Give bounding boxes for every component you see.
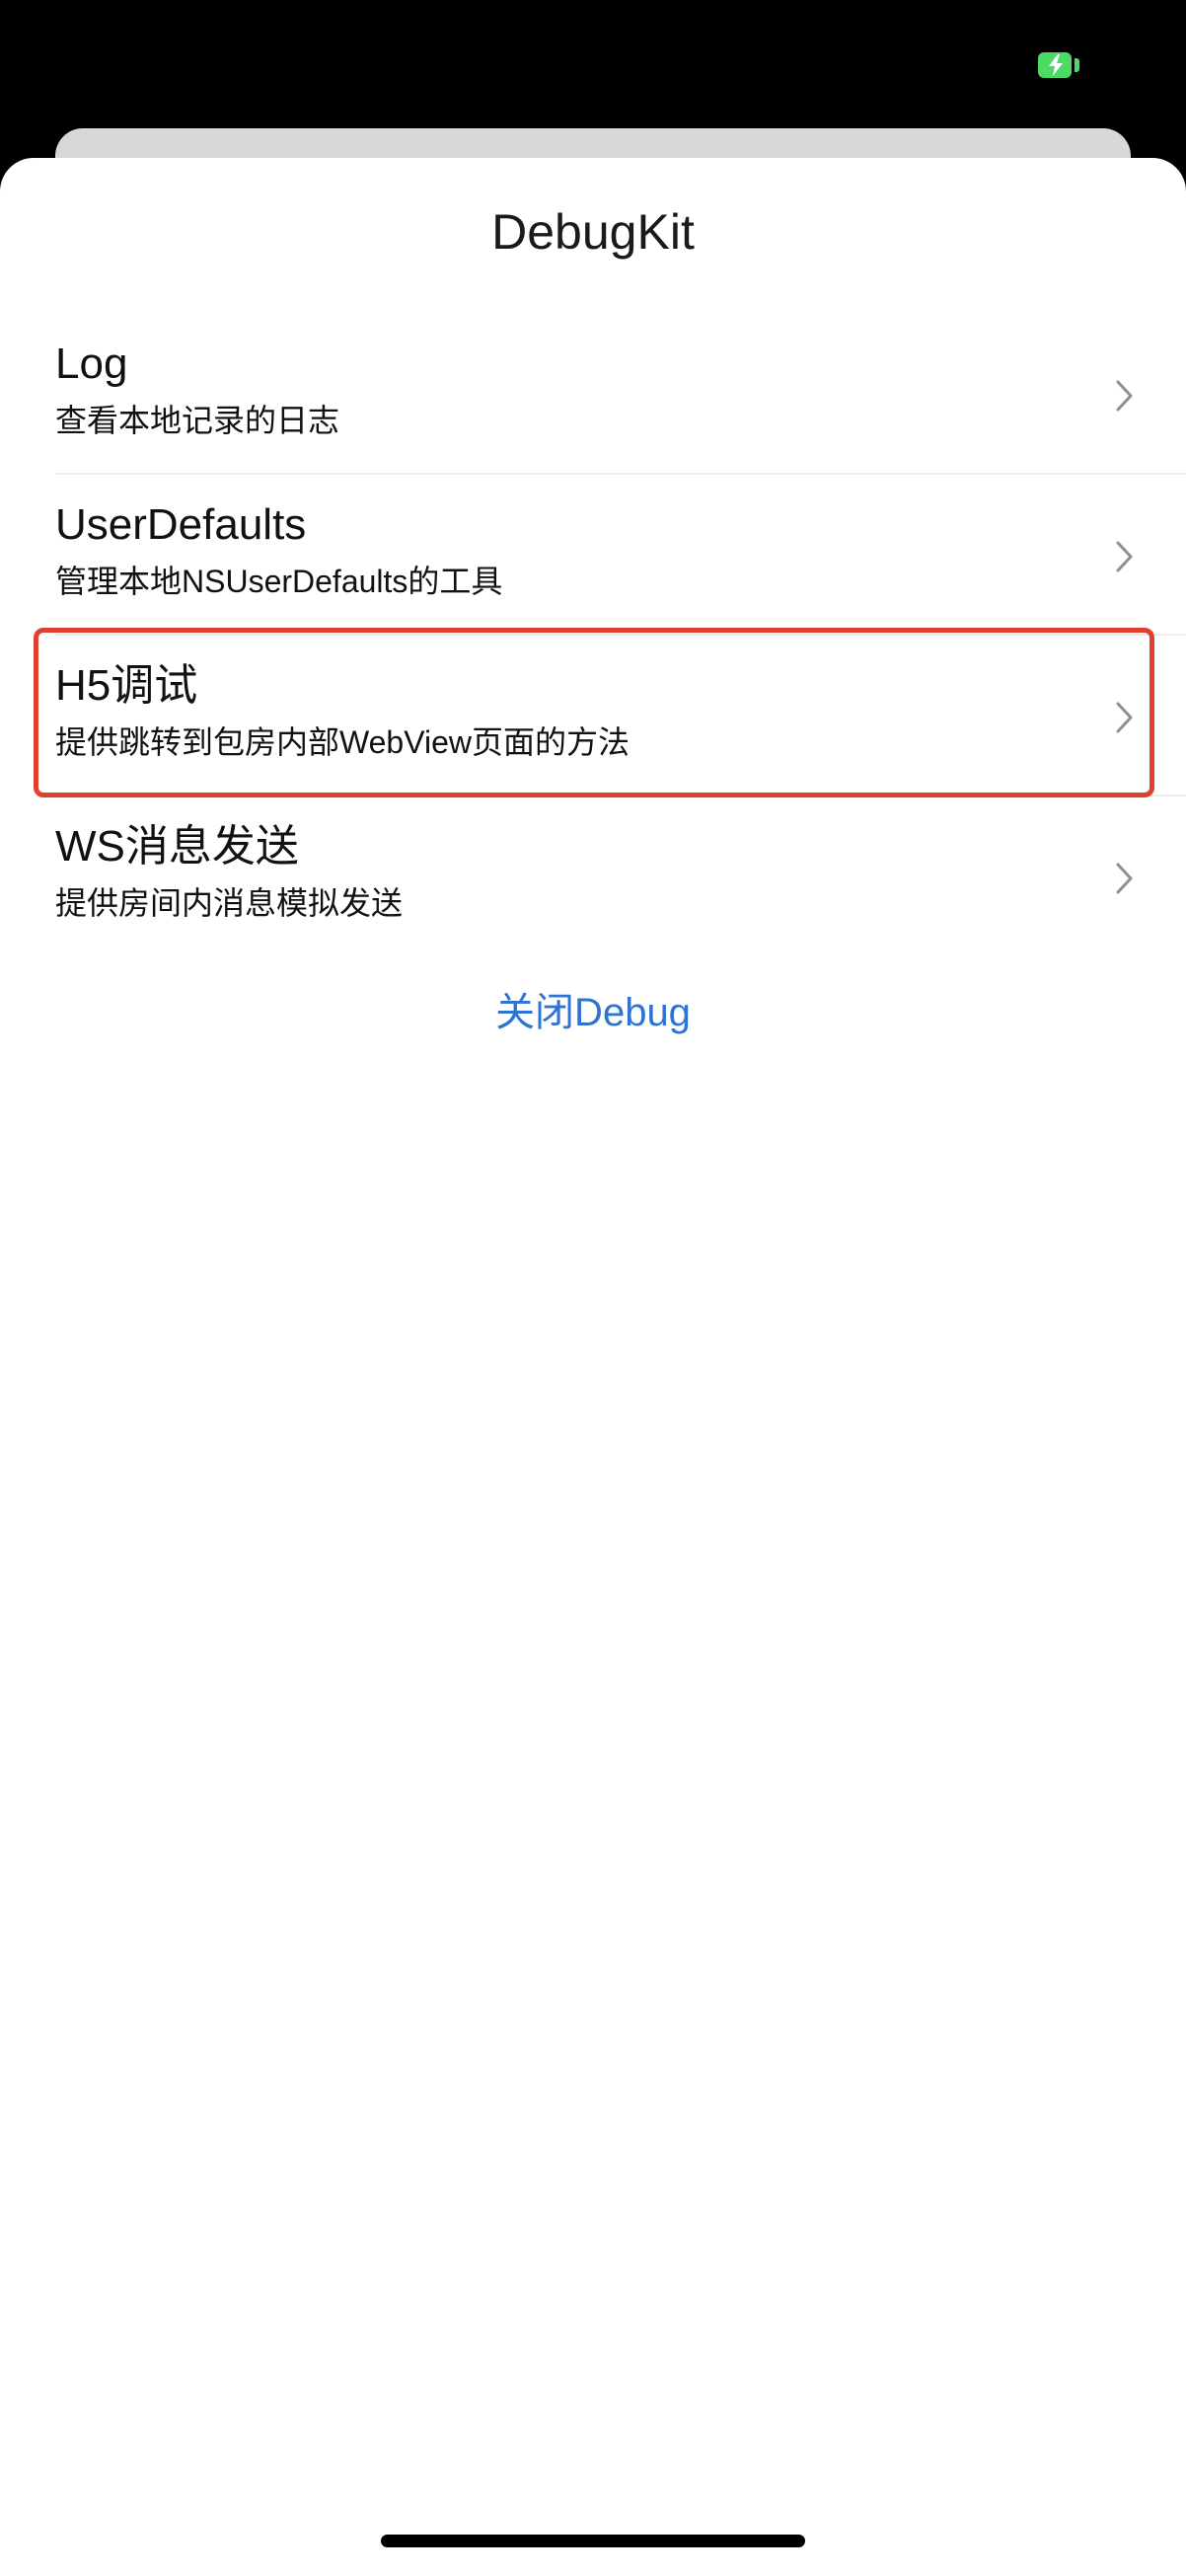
menu-item-subtitle: 管理本地NSUserDefaults的工具 (55, 564, 503, 599)
menu-item-title: Log (55, 340, 128, 388)
menu-item-title: H5调试 (55, 661, 198, 710)
phone-screen: DebugKit Log 查看本地记录的日志 UserDefaults 管理本地… (0, 0, 1186, 2576)
chevron-right-icon (1116, 863, 1133, 894)
debug-menu-list: Log 查看本地记录的日志 UserDefaults 管理本地NSUserDef… (0, 314, 1186, 957)
sheet-title: DebugKit (491, 204, 695, 260)
menu-item-log[interactable]: Log 查看本地记录的日志 (0, 314, 1186, 475)
menu-item-title: UserDefaults (55, 500, 307, 549)
menu-item-h5-debug[interactable]: H5调试 提供跳转到包房内部WebView页面的方法 (0, 636, 1186, 796)
battery-charging-icon (1038, 52, 1081, 78)
close-debug-button[interactable]: 关闭Debug (0, 983, 1186, 1042)
menu-item-userdefaults[interactable]: UserDefaults 管理本地NSUserDefaults的工具 (0, 475, 1186, 636)
menu-item-subtitle: 提供跳转到包房内部WebView页面的方法 (55, 724, 630, 760)
home-indicator[interactable] (381, 2535, 805, 2547)
menu-item-ws-message[interactable]: WS消息发送 提供房间内消息模拟发送 (0, 796, 1186, 957)
menu-item-title: WS消息发送 (55, 822, 299, 871)
chevron-right-icon (1116, 541, 1133, 572)
menu-item-subtitle: 查看本地记录的日志 (55, 403, 340, 438)
chevron-right-icon (1116, 380, 1133, 412)
menu-item-subtitle: 提供房间内消息模拟发送 (55, 885, 404, 921)
chevron-right-icon (1116, 702, 1133, 733)
